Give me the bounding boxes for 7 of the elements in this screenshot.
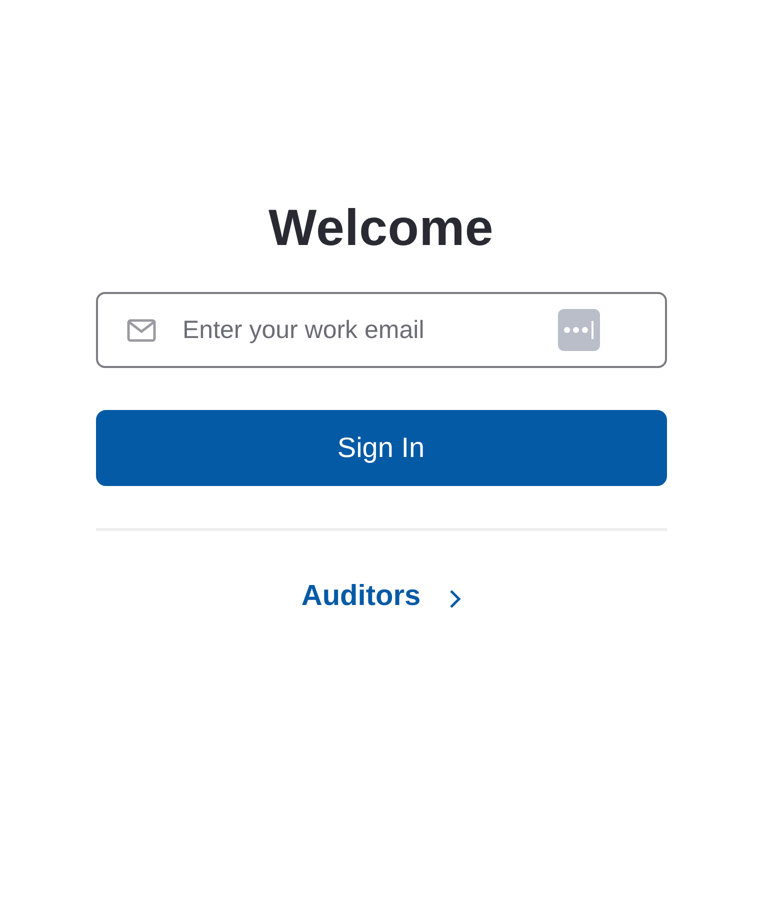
welcome-heading: Welcome: [267, 198, 495, 258]
sign-in-button[interactable]: Sign In: [96, 410, 666, 486]
password-dots-icon[interactable]: [558, 309, 600, 351]
email-field[interactable]: Enter your work email: [96, 292, 666, 368]
chevron-right-icon: [448, 588, 461, 609]
auditors-link[interactable]: Auditors: [301, 575, 461, 618]
envelope-icon: [126, 319, 156, 342]
